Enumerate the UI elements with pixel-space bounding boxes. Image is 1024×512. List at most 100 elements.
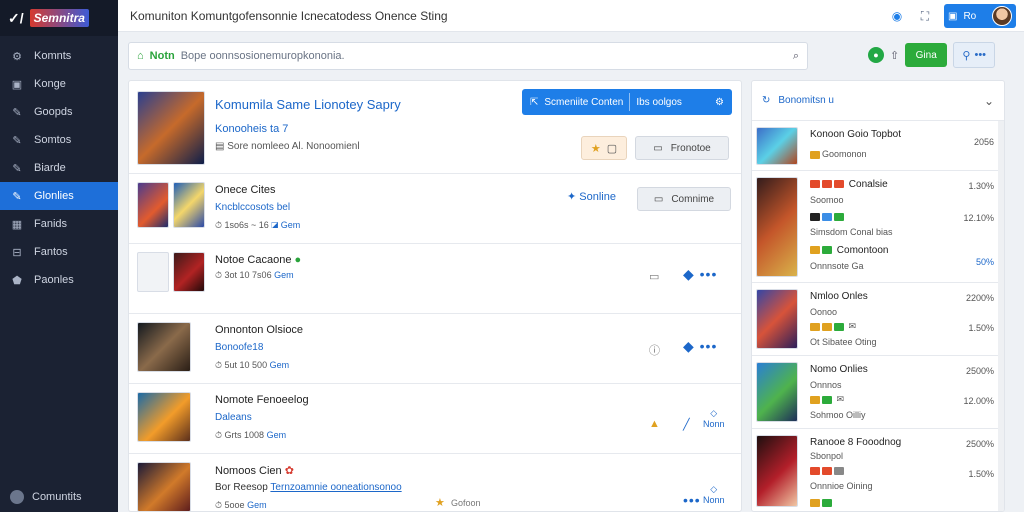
sidebar-item-somtos[interactable]: ✎ Somtos [0, 126, 118, 154]
sidebar-item-konge[interactable]: ▣ Konge [0, 70, 118, 98]
item-meta-link[interactable]: Gem [281, 220, 301, 230]
search-icon[interactable]: ⌕ [793, 50, 799, 63]
item-chips [810, 465, 846, 475]
refresh-icon[interactable]: ◉ [888, 7, 906, 25]
featured-item[interactable]: Komumila Same Lionotey Sapry Konooheis t… [129, 81, 741, 174]
sidebar-item-fantos[interactable]: ⊟ Fantos [0, 238, 118, 266]
settings-icon: ⚙ [715, 96, 724, 108]
item-thumbnail[interactable] [756, 435, 798, 507]
item-name[interactable]: Nomote Fenoeelog [215, 394, 309, 406]
item-name[interactable]: Nomoos Cien ✿ [215, 464, 294, 477]
featured-title[interactable]: Komumila Same Lionotey Sapry [215, 97, 401, 112]
item-thumbnail[interactable] [137, 392, 191, 442]
item-subtitle: Bonoofe18 [215, 342, 264, 353]
download-icon: ◇ [710, 408, 718, 418]
notification-icon: ▣ [948, 10, 958, 22]
verified-icon: ● [294, 254, 302, 266]
featured-thumbnail[interactable] [137, 91, 205, 165]
item-name[interactable]: Onece Cites [215, 184, 276, 196]
info-icon[interactable]: ⓘ [649, 342, 660, 358]
leaderboard-item[interactable]: Ranooe 8 Fooodnog Sbonpol Onnnioe Oining… [752, 429, 1004, 511]
more-options-icon[interactable]: ◆ ••• [683, 266, 717, 283]
item-subtitle: Kncblccosots bel [215, 202, 291, 213]
upload-icon[interactable]: ⇧ [890, 49, 899, 62]
sidebar-item-glonlies[interactable]: ✎ Glonlies [0, 182, 118, 210]
list-item[interactable]: Nomoos Cien ✿ Bor Reesop Ternzoamnie oon… [129, 454, 741, 511]
item-thumbnail[interactable] [137, 182, 169, 228]
item-title[interactable]: Nmloo Onles [810, 291, 868, 302]
leaderboard-item[interactable]: Konoon Goio Topbot Goomonon 2056 [752, 121, 1004, 171]
download-button[interactable]: ◇ Nonn [703, 408, 725, 429]
top-bar: Komuniton Komuntgofensonnie Icnecatodess… [118, 0, 1024, 32]
list-item[interactable]: Onnonton Olsioce Bonoofe18 ⏱ 5ut 10 500 … [129, 314, 741, 384]
item-extra-text: Comontoon [836, 245, 889, 256]
item-meta-link[interactable]: Gem [267, 430, 287, 440]
logo[interactable]: ✓/ Semnitra [0, 0, 118, 36]
sidebar-bottom-item[interactable]: Comuntits [0, 482, 118, 512]
item-title[interactable]: Nomo Onlies [810, 364, 868, 375]
item-meta-text: 1so6s ~ 16 [224, 220, 269, 230]
item-thumbnail[interactable] [173, 252, 205, 292]
list-item[interactable]: Onece Cites Kncblccosots bel ⏱ 1so6s ~ 1… [129, 174, 741, 244]
favorite-toggle[interactable]: ★ ▢ [581, 136, 627, 160]
list-item[interactable]: Notoe Cacaone ● ⏱ 3ot 10 7s06 Gem ▭ ◆ ••… [129, 244, 741, 314]
leaderboard-item[interactable]: Nomo Onlies Onnnos ✉ Sohmoo Oilliy 2500%… [752, 356, 1004, 429]
item-thumbnail[interactable] [137, 322, 191, 372]
item-percent: 2056 [973, 137, 994, 147]
shield-icon: ⬟ [12, 274, 22, 287]
sidebar-item-paonles[interactable]: ⬟ Paonles [0, 266, 118, 294]
search-bar[interactable]: ⌂ Notn Bope oonnsosionemuropkononia. ⌕ [128, 42, 808, 70]
item-title[interactable]: Conalsie [810, 179, 888, 190]
status-icon[interactable]: ● [868, 47, 884, 63]
search-input[interactable]: Bope oonnsosionemuropkononia. [181, 50, 787, 62]
item-sub-text[interactable]: Ternzoamnie ooneationsonoo [270, 482, 401, 493]
more-options-icon[interactable]: ••• [683, 492, 701, 508]
star-icon[interactable]: ★ [435, 496, 445, 509]
item-thumbnail[interactable] [756, 362, 798, 422]
item-thumbnail[interactable] [756, 289, 798, 349]
item-name[interactable]: Onnonton Olsioce [215, 324, 303, 336]
item-thumbnail[interactable] [173, 182, 205, 228]
document-icon: ▤ [215, 141, 228, 152]
notification-icon[interactable]: ⛶ [916, 7, 934, 25]
share-button[interactable]: ⚲ ••• [953, 42, 996, 68]
more-options-icon[interactable]: ◆ ••• [683, 338, 717, 355]
item-thumbnail[interactable] [756, 177, 798, 277]
online-status[interactable]: ✦ Sonline [567, 190, 616, 203]
download-button[interactable]: ◇ Nonn [703, 484, 725, 505]
placeholder-thumbnail[interactable] [137, 252, 169, 292]
featured-primary-button[interactable]: ⇱ Scmeniite Conten Ibs oolgos ⚙ [522, 89, 732, 115]
sidebar-item-komnts[interactable]: ⚙ Komnts [0, 42, 118, 70]
profile-button[interactable]: ▣ Ro [944, 4, 1016, 28]
tag-icon: ✎ [12, 162, 22, 175]
edit-icon[interactable]: ╱ [683, 418, 690, 431]
sidebar-item-biarde[interactable]: ✎ Biarde [0, 154, 118, 182]
item-title-text: Conalsie [848, 179, 888, 190]
item-meta-link[interactable]: Gem [274, 270, 294, 280]
item-action-label[interactable]: Gofoon [451, 498, 481, 508]
item-name[interactable]: Notoe Cacaone ● [215, 254, 301, 266]
scrollbar[interactable] [998, 121, 1004, 511]
leaderboard-item[interactable]: Conalsie Soomoo Simsdom Conal bias Comon… [752, 171, 1004, 283]
featured-action-label: Fronotoe [670, 142, 711, 154]
download-label: Nonn [703, 495, 725, 505]
sidebar-item-fanids[interactable]: ▦ Fanids [0, 210, 118, 238]
item-title[interactable]: Konoon Goio Topbot [810, 129, 901, 140]
primary-action-button[interactable]: Gina [905, 43, 948, 67]
featured-secondary-button[interactable]: ▭ Fronotoe [635, 136, 729, 160]
item-thumbnail[interactable] [756, 127, 798, 165]
checkbox-icon[interactable]: ▭ [649, 270, 659, 283]
chevron-down-icon[interactable]: ⌄ [984, 94, 994, 108]
right-panel-header[interactable]: ↻ Bonomitsn u ⌄ [752, 81, 1004, 121]
sidebar-item-label: Biarde [34, 162, 66, 174]
thumbs-up-icon[interactable]: ▲ [649, 418, 660, 430]
featured-button-right: Ibs oolgos [636, 96, 682, 108]
sidebar-item-goopds[interactable]: ✎ Goopds [0, 98, 118, 126]
item-meta-link[interactable]: Gem [247, 500, 267, 510]
list-item[interactable]: Nomote Fenoeelog Daleans ⏱ Grts 1008 Gem… [129, 384, 741, 454]
leaderboard-item[interactable]: Nmloo Onles Oonoo ✉ Ot Sibatee Oting 220… [752, 283, 1004, 356]
item-title[interactable]: Ranooe 8 Fooodnog [810, 437, 901, 448]
item-thumbnail[interactable] [137, 462, 191, 511]
item-meta-link[interactable]: Gem [270, 360, 290, 370]
item-action-button[interactable]: ▭ Comnime [637, 187, 731, 211]
